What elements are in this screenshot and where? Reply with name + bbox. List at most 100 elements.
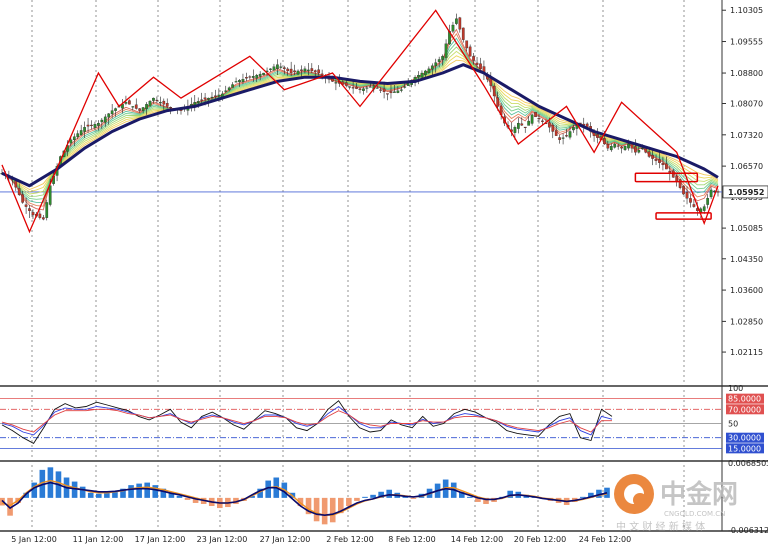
candle-body [158,102,162,104]
candle-body [114,108,117,111]
candle-body [358,88,362,90]
candle-body [606,144,610,149]
candle-body [351,87,355,89]
candle-body [296,70,300,75]
candle-body [145,104,148,109]
candle-body [76,133,80,138]
time-label: 24 Feb 12:00 [579,535,631,544]
candle-body [334,82,338,84]
candle-body [134,104,138,109]
candle-body [293,70,296,73]
candle-body [258,73,262,77]
time-label: 23 Jan 12:00 [197,535,248,544]
candle-body [124,102,128,104]
candle-body [613,143,617,148]
macd-histogram-bar [362,496,368,498]
macd-histogram-bar [346,497,352,507]
price-tick-label: 1.08070 [730,100,763,109]
macd-histogram-bar [410,497,417,499]
candle-body [165,103,169,107]
candle-body [565,135,568,137]
macd-histogram-bar [467,496,473,498]
candle-body [200,99,204,101]
candle-body [97,122,100,126]
candle-body [379,89,383,91]
candle-body [110,110,114,115]
candle-body [475,62,479,65]
candle-body [196,101,200,103]
price-tick-label: 1.08800 [730,69,763,78]
candle-body [675,175,679,182]
candle-body [17,188,21,195]
candle-body [547,122,551,128]
candle-body [313,70,317,73]
candle-body [492,85,496,97]
candle-body [193,102,197,105]
candle-body [554,130,558,136]
candle-body [685,192,689,199]
candle-body [272,66,276,71]
macd-histogram-bar [370,494,376,498]
candle-body [148,101,152,107]
candle-body [640,148,644,150]
candle-body [623,145,627,150]
candle-body [647,151,651,157]
time-label: 14 Feb 12:00 [451,535,503,544]
macd-histogram-bar [87,492,94,498]
candle-body [107,113,111,118]
candle-body [348,86,352,88]
candle-body [661,163,665,166]
candle-body [155,99,159,101]
macd-histogram-bar [96,493,102,498]
candle-body [79,130,83,136]
price-tick-label: 1.05085 [730,224,763,233]
candle-body [365,87,369,89]
oscillator-level-label: 85.0000 [728,395,761,404]
macd-histogram-bar [321,497,328,525]
candle-body [234,81,238,83]
candle-body [100,119,104,123]
candle-body [465,40,469,49]
candle-body [665,163,668,170]
candle-body [430,65,434,70]
price-tick-label: 1.07320 [730,131,763,140]
oscillator-level-label: 70.0000 [728,405,761,414]
candle-body [678,179,682,188]
candle-body [38,213,42,218]
candle-body [344,82,348,86]
candle-body [45,202,49,218]
candle-body [534,112,537,118]
candle-body [658,159,661,163]
candle-body [162,100,166,105]
candle-body [289,68,293,74]
candle-body [310,68,314,72]
time-label: 11 Jan 12:00 [73,535,124,544]
candle-body [28,208,31,211]
watermark-domain: CNGOLD.COM.CN [664,510,725,518]
candle-body [41,217,45,220]
candle-body [609,145,613,151]
candle-body [516,122,520,129]
trading-chart: 1.10305 1.09555 1.08800 1.08070 1.07320 1.065… [0,0,768,547]
candle-body [455,18,458,24]
candle-body [128,100,131,105]
watermark-slogan: 中 文 财 经 新 媒 体 [616,520,705,533]
candle-body [203,97,207,100]
candle-body [214,95,217,97]
oscillator-level-label: 100 [728,384,743,393]
candle-body [403,86,407,88]
price-tick-label: 1.04350 [730,255,763,264]
candle-body [389,91,393,94]
candle-body [245,77,248,79]
candle-body [627,143,630,149]
price-tick-label: 1.02115 [730,348,763,357]
macd-histogram-bar [144,482,150,498]
candle-body [620,146,623,149]
macd-histogram-bar [329,497,336,523]
candle-body [355,86,358,89]
candle-body [654,159,658,161]
candle-body [596,134,599,138]
candle-body [307,69,310,71]
candle-body [362,88,365,91]
candle-body [276,64,279,69]
